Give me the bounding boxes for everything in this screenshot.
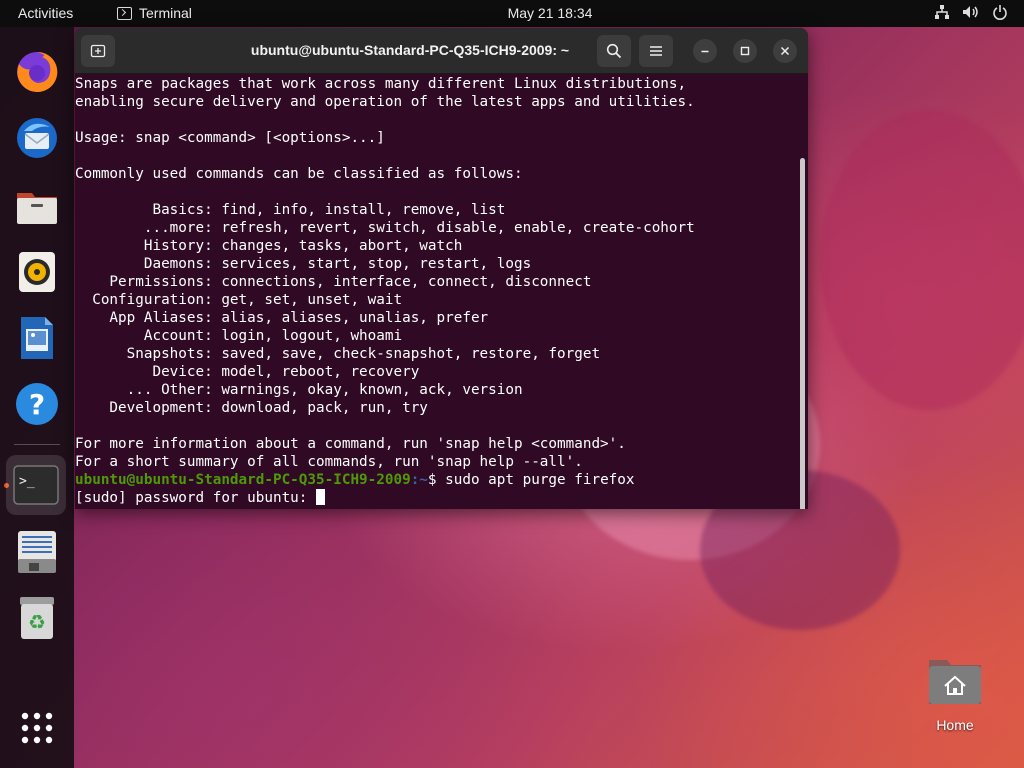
terminal-app-icon: >_ bbox=[13, 465, 59, 505]
command-text: sudo apt purge firefox bbox=[445, 472, 635, 488]
desktop-home-icon[interactable]: Home bbox=[922, 656, 988, 733]
writer-document-icon bbox=[21, 317, 53, 359]
terminal-line: Snaps are packages that work across many… bbox=[75, 76, 687, 92]
close-icon bbox=[780, 46, 790, 56]
dock-separator bbox=[14, 444, 60, 445]
power-icon bbox=[993, 5, 1007, 20]
system-tray[interactable] bbox=[934, 4, 1008, 20]
terminal-headerbar[interactable]: ubuntu@ubuntu-Standard-PC-Q35-ICH9-2009:… bbox=[75, 28, 808, 74]
svg-text:?: ? bbox=[29, 388, 45, 421]
search-button[interactable] bbox=[597, 35, 631, 67]
dock-firefox[interactable] bbox=[10, 45, 64, 99]
top-bar: Activities Terminal May 21 18:34 bbox=[0, 0, 1024, 27]
sudo-password-line[interactable]: [sudo] password for ubuntu: bbox=[75, 489, 808, 507]
dock-trash[interactable]: ♻ bbox=[10, 591, 64, 645]
menu-button[interactable] bbox=[639, 35, 673, 67]
terminal-output[interactable]: Snaps are packages that work across many… bbox=[75, 74, 808, 509]
terminal-line: Account: login, logout, whoami bbox=[75, 328, 403, 344]
terminal-line: Basics: find, info, install, remove, lis… bbox=[75, 202, 506, 218]
terminal-line: Configuration: get, set, unset, wait bbox=[75, 292, 403, 308]
home-folder-icon bbox=[929, 660, 981, 704]
new-tab-icon bbox=[90, 44, 106, 58]
prompt-symbol: $ bbox=[427, 472, 446, 488]
terminal-line: Device: model, reboot, recovery bbox=[75, 364, 420, 380]
home-label: Home bbox=[936, 717, 974, 733]
sudo-prompt: [sudo] password for ubuntu: bbox=[75, 490, 317, 506]
show-applications-button[interactable] bbox=[10, 701, 64, 755]
minimize-button[interactable] bbox=[693, 39, 717, 63]
terminal-line: Development: download, pack, run, try bbox=[75, 400, 428, 416]
terminal-window[interactable]: ubuntu@ubuntu-Standard-PC-Q35-ICH9-2009:… bbox=[75, 28, 808, 509]
maximize-button[interactable] bbox=[733, 39, 757, 63]
dock-files[interactable] bbox=[10, 179, 64, 233]
prompt-user: ubuntu@ubuntu-Standard-PC-Q35-ICH9-2009 bbox=[75, 472, 411, 488]
terminal-line: For a short summary of all commands, run… bbox=[75, 454, 583, 470]
help-icon: ? bbox=[16, 383, 58, 425]
rhythmbox-icon bbox=[19, 252, 55, 292]
dock-text-editor[interactable] bbox=[10, 525, 64, 579]
terminal-lines: Snaps are packages that work across many… bbox=[75, 75, 808, 471]
files-icon bbox=[17, 193, 57, 224]
terminal-line: History: changes, tasks, abort, watch bbox=[75, 238, 463, 254]
svg-text:♻: ♻ bbox=[28, 610, 46, 634]
volume-icon bbox=[963, 6, 978, 18]
terminal-line: App Aliases: alias, aliases, unalias, pr… bbox=[75, 310, 489, 326]
thunderbird-icon bbox=[17, 118, 57, 158]
command-prompt-line: ubuntu@ubuntu-Standard-PC-Q35-ICH9-2009:… bbox=[75, 471, 808, 489]
svg-text:>_: >_ bbox=[19, 474, 35, 489]
scrollbar[interactable] bbox=[800, 158, 805, 509]
dock-terminal[interactable]: >_ bbox=[6, 455, 66, 515]
minimize-icon bbox=[701, 50, 709, 53]
dock-help[interactable]: ? bbox=[10, 377, 64, 431]
app-grid-icon bbox=[21, 712, 53, 744]
maximize-icon bbox=[740, 46, 750, 56]
window-title: ubuntu@ubuntu-Standard-PC-Q35-ICH9-2009:… bbox=[250, 42, 570, 58]
terminal-line: enabling secure delivery and operation o… bbox=[75, 94, 695, 110]
terminal-line: ... Other: warnings, okay, known, ack, v… bbox=[75, 382, 523, 398]
terminal-line: Usage: snap <command> [<options>...] bbox=[75, 130, 385, 146]
terminal-line: ...more: refresh, revert, switch, disabl… bbox=[75, 220, 695, 236]
dock-thunderbird[interactable] bbox=[10, 111, 64, 165]
text-editor-icon bbox=[18, 531, 56, 573]
firefox-icon bbox=[17, 51, 58, 92]
terminal-line: Permissions: connections, interface, con… bbox=[75, 274, 592, 290]
close-button[interactable] bbox=[773, 39, 797, 63]
terminal-line: Daemons: services, start, stop, restart,… bbox=[75, 256, 532, 272]
network-icon bbox=[935, 5, 949, 19]
hamburger-menu-icon bbox=[650, 46, 662, 56]
terminal-line: For more information about a command, ru… bbox=[75, 436, 626, 452]
clock[interactable]: May 21 18:34 bbox=[0, 5, 1024, 21]
dock-libreoffice-writer[interactable] bbox=[10, 311, 64, 365]
prompt-path: :~ bbox=[410, 472, 428, 488]
terminal-line: Commonly used commands can be classified… bbox=[75, 166, 523, 182]
new-tab-button[interactable] bbox=[81, 35, 115, 67]
terminal-line: Snapshots: saved, save, check-snapshot, … bbox=[75, 346, 601, 362]
trash-icon: ♻ bbox=[20, 597, 54, 639]
search-icon bbox=[606, 43, 622, 59]
text-cursor bbox=[316, 489, 326, 505]
dock-rhythmbox[interactable] bbox=[10, 245, 64, 299]
dock: ? >_ ♻ bbox=[0, 27, 74, 768]
